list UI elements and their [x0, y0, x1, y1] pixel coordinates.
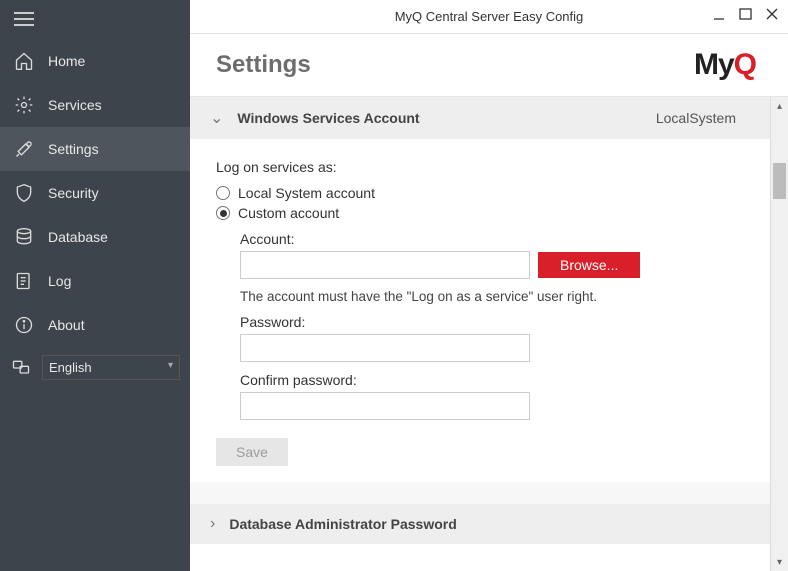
confirm-password-label: Confirm password:: [240, 372, 744, 388]
section-db-header[interactable]: › Database Administrator Password: [190, 504, 770, 544]
window-controls: [712, 6, 780, 25]
sidebar-item-home[interactable]: Home: [0, 39, 190, 83]
section-title: Database Administrator Password: [229, 516, 456, 532]
scrollbar-thumb[interactable]: [773, 163, 786, 199]
account-input[interactable]: [240, 251, 530, 279]
sidebar-item-database[interactable]: Database: [0, 215, 190, 259]
database-icon: [14, 227, 34, 247]
sidebar-item-label: Services: [48, 97, 102, 113]
log-icon: [14, 271, 34, 291]
nav: Home Services Settings Security Database…: [0, 39, 190, 571]
sidebar-item-about[interactable]: About: [0, 303, 190, 347]
logon-label: Log on services as:: [216, 159, 744, 175]
language-value: English: [49, 360, 92, 375]
radio-icon: [216, 186, 230, 200]
save-button[interactable]: Save: [216, 438, 288, 466]
chevron-down-icon: ▾: [168, 360, 173, 371]
maximize-button[interactable]: [738, 6, 754, 25]
section-current-value: LocalSystem: [656, 110, 750, 126]
chevron-down-icon: ⌄: [210, 108, 223, 128]
logo: MyQ: [694, 48, 756, 82]
browse-button[interactable]: Browse...: [538, 252, 640, 278]
info-icon: [14, 315, 34, 335]
sidebar: Home Services Settings Security Database…: [0, 0, 190, 571]
scrollbar-track[interactable]: [771, 115, 788, 553]
password-input[interactable]: [240, 334, 530, 362]
sidebar-item-label: Security: [48, 185, 99, 201]
titlebar: MyQ Central Server Easy Config: [190, 0, 788, 34]
sidebar-item-label: Log: [48, 273, 71, 289]
radio-label: Custom account: [238, 205, 339, 221]
radio-local-system[interactable]: Local System account: [216, 185, 744, 201]
main: MyQ Central Server Easy Config Settings …: [190, 0, 788, 571]
minimize-button[interactable]: [712, 6, 728, 25]
vertical-scrollbar[interactable]: ▴ ▾: [770, 97, 788, 571]
sidebar-item-settings[interactable]: Settings: [0, 127, 190, 171]
radio-custom-account[interactable]: Custom account: [216, 205, 744, 221]
confirm-password-input[interactable]: [240, 392, 530, 420]
page-title: Settings: [216, 51, 311, 79]
sidebar-item-security[interactable]: Security: [0, 171, 190, 215]
account-hint: The account must have the "Log on as a s…: [240, 289, 744, 304]
sidebar-item-label: Home: [48, 53, 85, 69]
sidebar-item-services[interactable]: Services: [0, 83, 190, 127]
hamburger-button[interactable]: [0, 0, 190, 39]
hamburger-icon: [14, 12, 34, 26]
language-selector-row: English ▾: [0, 347, 190, 394]
scrollbar-up-button[interactable]: ▴: [771, 97, 788, 115]
scrollbar-down-button[interactable]: ▾: [771, 553, 788, 571]
content-area: ⌄ Windows Services Account LocalSystem L…: [190, 97, 770, 571]
sidebar-item-label: Database: [48, 229, 108, 245]
tools-icon: [14, 139, 34, 159]
page-header: Settings MyQ: [190, 34, 788, 96]
radio-icon: [216, 206, 230, 220]
account-label: Account:: [240, 231, 744, 247]
shield-icon: [14, 183, 34, 203]
language-icon: [10, 358, 32, 378]
sidebar-item-log[interactable]: Log: [0, 259, 190, 303]
home-icon: [14, 51, 34, 71]
close-button[interactable]: [764, 6, 780, 25]
section-title: Windows Services Account: [237, 110, 419, 126]
section-services-header[interactable]: ⌄ Windows Services Account LocalSystem: [190, 97, 770, 139]
language-select[interactable]: English ▾: [42, 355, 180, 380]
sidebar-item-label: Settings: [48, 141, 99, 157]
window-title: MyQ Central Server Easy Config: [395, 9, 584, 24]
radio-label: Local System account: [238, 185, 375, 201]
gear-icon: [14, 95, 34, 115]
password-label: Password:: [240, 314, 744, 330]
sidebar-item-label: About: [48, 317, 85, 333]
section-services-body: Log on services as: Local System account…: [190, 139, 770, 482]
chevron-right-icon: ›: [210, 515, 215, 533]
section-gap: [190, 482, 770, 504]
